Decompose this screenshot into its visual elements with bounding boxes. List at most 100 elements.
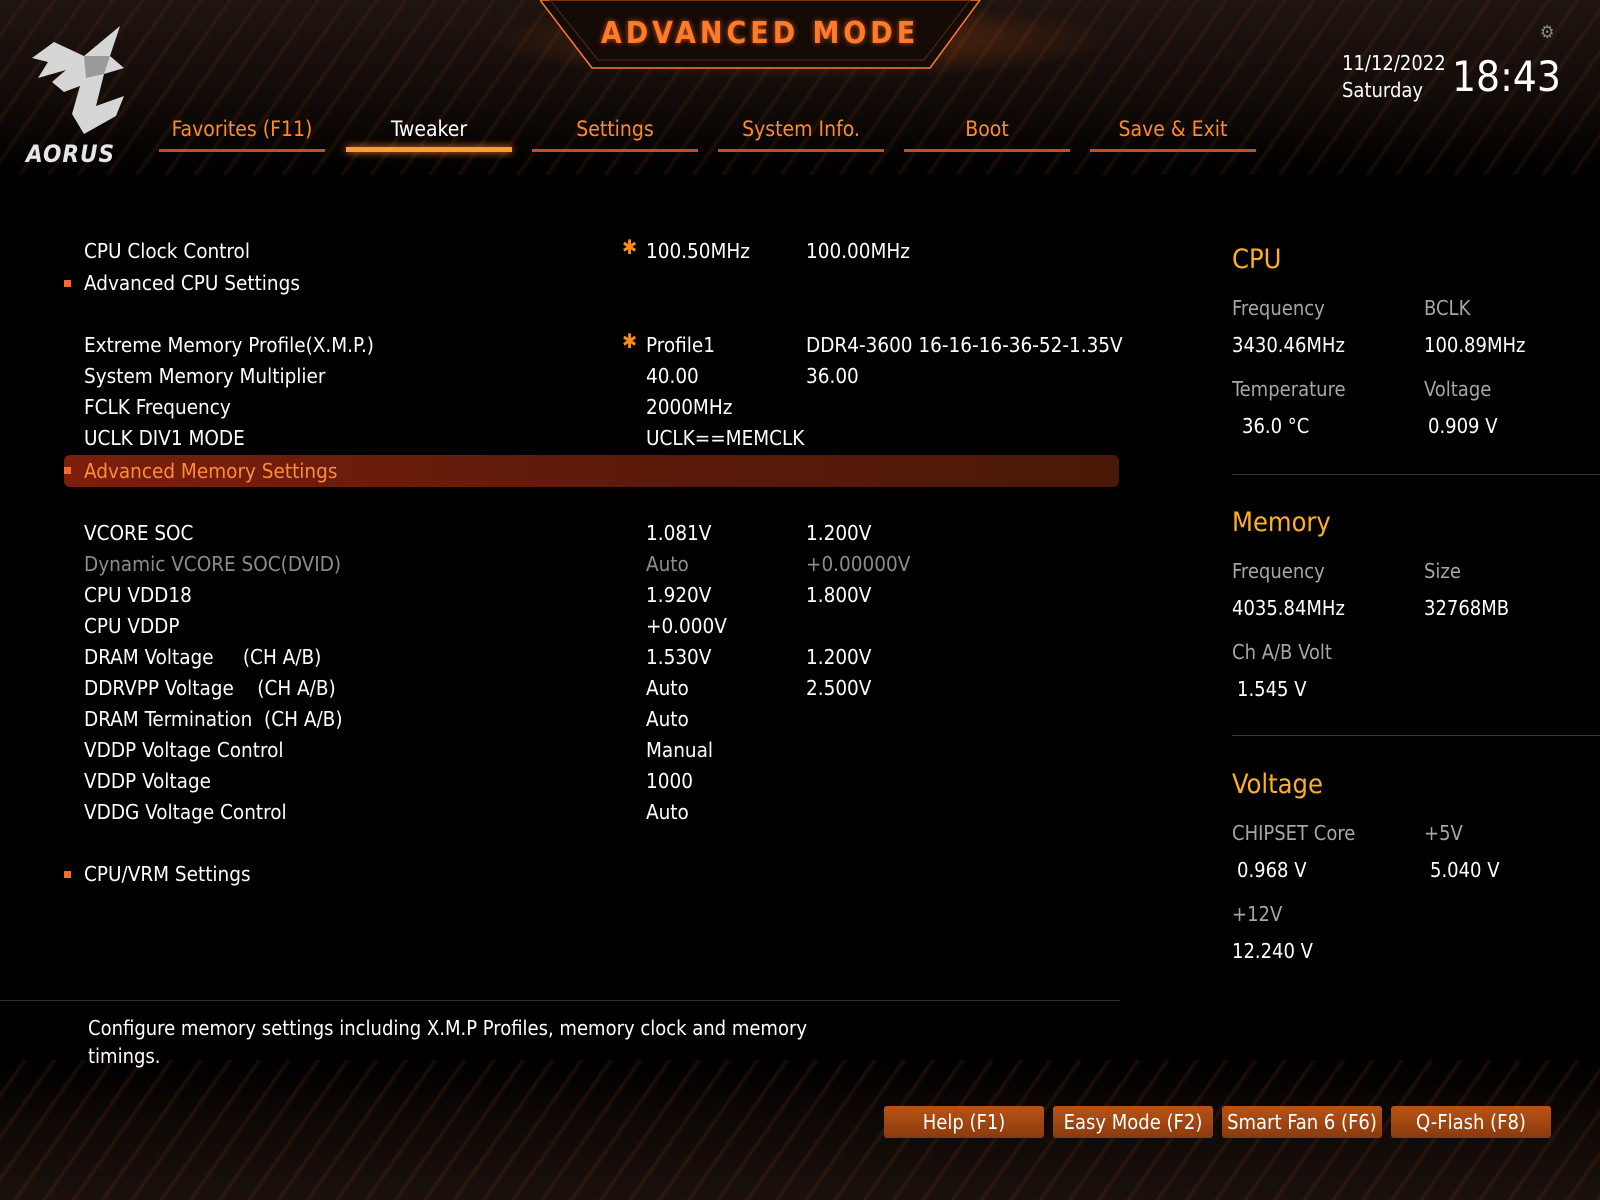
setting-label: CPU/VRM Settings xyxy=(84,862,251,886)
help-divider xyxy=(0,1000,1120,1001)
cpu-frequency-label: Frequency xyxy=(1232,296,1325,320)
setting-vddp-voltage[interactable]: VDDP Voltage 1000 xyxy=(64,766,1119,796)
setting-value: Auto xyxy=(646,552,689,576)
modified-star-icon: ✱ xyxy=(622,235,638,259)
easy-mode-button[interactable]: Easy Mode (F2) xyxy=(1053,1106,1213,1138)
tab-label: Favorites (F11) xyxy=(171,117,313,141)
submenu-advanced-cpu-settings[interactable]: Advanced CPU Settings xyxy=(64,268,1119,298)
cpu-bclk-value: 100.89MHz xyxy=(1424,333,1526,357)
setting-xmp-profile[interactable]: Extreme Memory Profile(X.M.P.) ✱ Profile… xyxy=(64,329,1123,360)
chipset-core-value: 0.968 V xyxy=(1237,858,1307,882)
setting-vcore-soc[interactable]: VCORE SOC 1.081V 1.200V xyxy=(64,518,1119,548)
setting-fclk-frequency[interactable]: FCLK Frequency 2000MHz xyxy=(64,392,1119,422)
submenu-cpu-vrm-settings[interactable]: CPU/VRM Settings xyxy=(64,859,1119,889)
memory-ch-volt-value: 1.545 V xyxy=(1237,677,1307,701)
setting-uclk-div1-mode[interactable]: UCLK DIV1 MODE UCLK==MEMCLK xyxy=(64,423,1119,453)
tab-label: System Info. xyxy=(742,117,860,141)
setting-label: Advanced CPU Settings xyxy=(84,271,300,295)
submenu-advanced-memory-settings[interactable]: Advanced Memory Settings xyxy=(64,455,1119,487)
setting-dram-voltage[interactable]: DRAM Voltage (CH A/B) 1.530V 1.200V xyxy=(64,642,1119,672)
cpu-temperature-label: Temperature xyxy=(1232,377,1346,401)
setting-label: Advanced Memory Settings xyxy=(84,459,338,483)
help-button[interactable]: Help (F1) xyxy=(884,1106,1044,1138)
q-flash-button[interactable]: Q-Flash (F8) xyxy=(1391,1106,1551,1138)
tab-label: Save & Exit xyxy=(1118,117,1228,141)
tab-label: Boot xyxy=(965,117,1009,141)
setting-dram-termination[interactable]: DRAM Termination (CH A/B) Auto xyxy=(64,704,1119,734)
panel-divider xyxy=(1232,474,1600,475)
setting-cpu-clock-control[interactable]: CPU Clock Control ✱ 100.50MHz 100.00MHz xyxy=(64,235,1119,266)
setting-system-memory-multiplier[interactable]: System Memory Multiplier 40.00 36.00 xyxy=(64,361,1119,391)
panel-divider xyxy=(1232,735,1600,736)
setting-value: Profile1 xyxy=(646,333,715,357)
date-text: 11/12/2022 xyxy=(1342,51,1446,75)
tab-tweaker[interactable]: Tweaker xyxy=(346,112,512,152)
setting-label: VDDG Voltage Control xyxy=(84,800,287,824)
setting-ddrvpp-voltage[interactable]: DDRVPP Voltage (CH A/B) Auto 2.500V xyxy=(64,673,1119,703)
setting-label: UCLK DIV1 MODE xyxy=(84,426,245,450)
setting-label: VDDP Voltage xyxy=(84,769,212,793)
plus5v-label: +5V xyxy=(1424,821,1463,845)
memory-size-value: 32768MB xyxy=(1424,596,1510,620)
setting-label: DRAM Termination (CH A/B) xyxy=(84,707,343,731)
setting-label: CPU VDDP xyxy=(84,614,180,638)
setting-default-value: 2.500V xyxy=(806,676,872,700)
tab-save-exit[interactable]: Save & Exit xyxy=(1090,112,1256,152)
help-description: Configure memory settings including X.M.… xyxy=(88,1016,807,1068)
clock-display: 18:43 xyxy=(1452,52,1561,101)
setting-value: Auto xyxy=(646,800,689,824)
setting-label: DDRVPP Voltage (CH A/B) xyxy=(84,676,336,700)
setting-label: DRAM Voltage (CH A/B) xyxy=(84,645,322,669)
setting-default-value: DDR4-3600 16-16-16-36-52-1.35V xyxy=(806,333,1123,357)
aorus-brand-text: AORUS xyxy=(26,140,116,168)
tab-system-info[interactable]: System Info. xyxy=(718,112,884,152)
panel-memory-title: Memory xyxy=(1232,507,1331,538)
setting-cpu-vddp[interactable]: CPU VDDP +0.000V xyxy=(64,611,1119,641)
setting-dynamic-vcore-soc: Dynamic VCORE SOC(DVID) Auto +0.00000V xyxy=(64,549,1119,579)
memory-frequency-value: 4035.84MHz xyxy=(1232,596,1345,620)
setting-label: Extreme Memory Profile(X.M.P.) xyxy=(84,333,375,357)
setting-value: UCLK==MEMCLK xyxy=(646,426,805,450)
setting-value: 1.920V xyxy=(646,583,712,607)
setting-default-value: 1.200V xyxy=(806,521,872,545)
setting-value: +0.000V xyxy=(646,614,727,638)
memory-size-label: Size xyxy=(1424,559,1461,583)
cpu-voltage-value: 0.909 V xyxy=(1428,414,1498,438)
date-display: 11/12/2022 Saturday xyxy=(1342,50,1446,104)
cpu-frequency-value: 3430.46MHz xyxy=(1232,333,1345,357)
setting-default-value: +0.00000V xyxy=(806,552,911,576)
setting-value: Auto xyxy=(646,676,689,700)
setting-value: Manual xyxy=(646,738,714,762)
setting-value: Auto xyxy=(646,707,689,731)
setting-value: 1.530V xyxy=(646,645,712,669)
tab-settings[interactable]: Settings xyxy=(532,112,698,152)
setting-value: 2000MHz xyxy=(646,395,733,419)
setting-label: CPU VDD18 xyxy=(84,583,192,607)
setting-cpu-vdd18[interactable]: CPU VDD18 1.920V 1.800V xyxy=(64,580,1119,610)
plus12v-value: 12.240 V xyxy=(1232,939,1313,963)
setting-label: VCORE SOC xyxy=(84,521,194,545)
setting-vddg-voltage-control[interactable]: VDDG Voltage Control Auto xyxy=(64,797,1119,827)
tab-boot[interactable]: Boot xyxy=(904,112,1070,152)
smart-fan-button[interactable]: Smart Fan 6 (F6) xyxy=(1222,1106,1382,1138)
setting-value: 1.081V xyxy=(646,521,712,545)
cpu-bclk-label: BCLK xyxy=(1424,296,1471,320)
chipset-core-label: CHIPSET Core xyxy=(1232,821,1356,845)
submenu-bullet-icon xyxy=(64,871,71,878)
cpu-temperature-value: 36.0 °C xyxy=(1242,414,1310,438)
memory-frequency-label: Frequency xyxy=(1232,559,1325,583)
gear-icon[interactable]: ⚙ xyxy=(1540,24,1558,42)
tab-label: Tweaker xyxy=(390,117,468,141)
plus12v-label: +12V xyxy=(1232,902,1283,926)
setting-label: CPU Clock Control xyxy=(84,239,250,263)
setting-default-value: 100.00MHz xyxy=(806,239,910,263)
page-title: ADVANCED MODE xyxy=(600,16,920,51)
memory-ch-volt-label: Ch A/B Volt xyxy=(1232,640,1332,664)
tab-favorites[interactable]: Favorites (F11) xyxy=(159,112,325,152)
panel-cpu-title: CPU xyxy=(1232,244,1282,275)
setting-vddp-voltage-control[interactable]: VDDP Voltage Control Manual xyxy=(64,735,1119,765)
plus5v-value: 5.040 V xyxy=(1430,858,1500,882)
tab-label: Settings xyxy=(576,117,654,141)
setting-value: 100.50MHz xyxy=(646,239,750,263)
submenu-bullet-icon xyxy=(64,280,71,287)
